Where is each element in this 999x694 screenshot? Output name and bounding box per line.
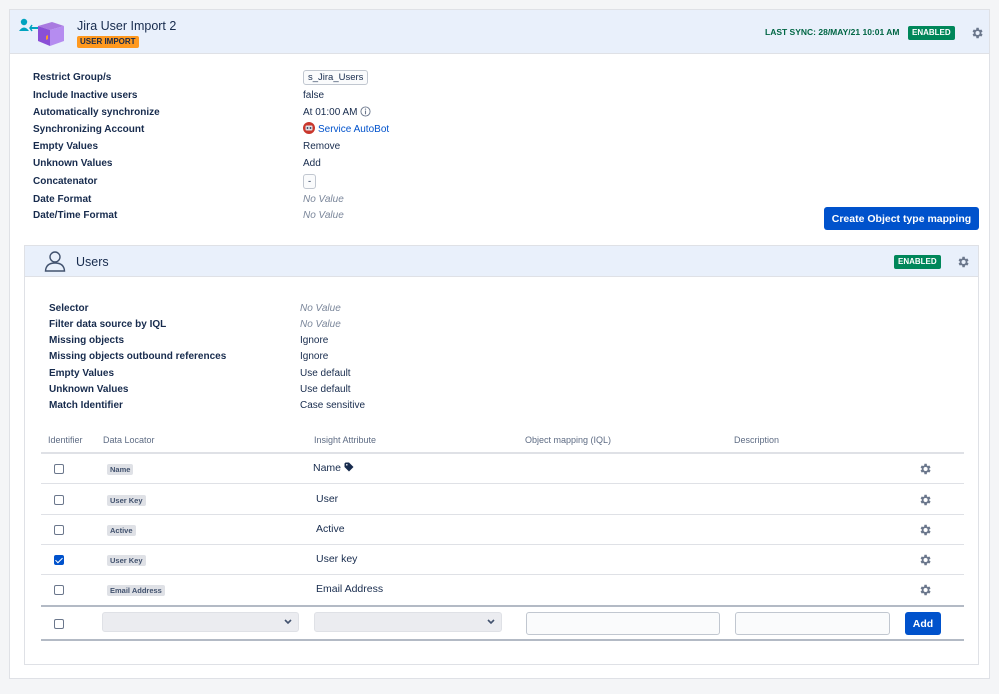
property-label: Automatically synchronize xyxy=(33,107,160,118)
config-value: Ignore xyxy=(300,335,329,346)
data-locator-select[interactable] xyxy=(102,612,299,632)
gear-icon[interactable] xyxy=(956,255,970,269)
table-row: Email Address Email Address xyxy=(41,575,964,605)
config-value: No Value xyxy=(300,319,341,330)
property-value: Remove xyxy=(303,141,341,152)
concatenator-chip: - xyxy=(303,174,317,189)
property-value: No Value xyxy=(303,210,344,221)
config-value: Use default xyxy=(300,384,351,395)
column-header-object-mapping: Object mapping (IQL) xyxy=(525,435,612,445)
config-label: Filter data source by IQL xyxy=(49,319,167,330)
table-row: Name Name xyxy=(41,454,964,484)
column-header-identifier: Identifier xyxy=(48,435,83,445)
config-label: Missing objects outbound references xyxy=(49,351,227,362)
identifier-checkbox[interactable] xyxy=(54,464,64,474)
gear-icon[interactable] xyxy=(918,553,932,567)
config-value: Case sensitive xyxy=(300,400,366,411)
chevron-down-icon xyxy=(487,619,495,625)
insight-attribute: Active xyxy=(316,523,345,535)
user-outline-icon xyxy=(44,251,66,272)
gear-icon[interactable] xyxy=(918,462,932,476)
config-label: Selector xyxy=(49,303,89,314)
gear-icon[interactable] xyxy=(970,26,984,40)
insight-attribute: Email Address xyxy=(316,583,384,595)
create-object-type-mapping-button[interactable]: Create Object type mapping xyxy=(824,207,979,230)
bot-avatar-icon xyxy=(303,122,315,134)
config-value: Ignore xyxy=(300,351,329,362)
add-mapping-row: Add xyxy=(41,606,964,641)
user-import-box-icon xyxy=(19,18,64,46)
object-type-title: Users xyxy=(76,255,109,269)
property-value-wrap: s_Jira_Users xyxy=(303,70,563,86)
object-mapping-input[interactable] xyxy=(526,612,720,635)
identifier-checkbox[interactable] xyxy=(54,555,64,565)
property-value-wrap: At 01:00 AM xyxy=(303,105,563,121)
insight-attribute: User xyxy=(316,493,339,505)
property-label: Concatenator xyxy=(33,176,98,187)
identifier-checkbox[interactable] xyxy=(54,525,64,535)
insight-attribute-select[interactable] xyxy=(314,612,502,632)
config-label: Empty Values xyxy=(49,368,115,379)
last-sync-label: LAST SYNC: 28/MAY/21 10:01 AM xyxy=(765,27,900,37)
config-label: Match Identifier xyxy=(49,400,123,411)
account-link[interactable]: Service AutoBot xyxy=(318,124,389,135)
property-label: Synchronizing Account xyxy=(33,124,145,135)
property-label: Date Format xyxy=(33,194,92,205)
data-locator-tag: Name xyxy=(107,464,134,475)
property-value-wrap: Service AutoBot xyxy=(303,122,563,138)
column-header-insight-attribute: Insight Attribute xyxy=(314,435,377,445)
property-label: Include Inactive users xyxy=(33,90,138,101)
insight-attribute: User key xyxy=(316,553,358,565)
column-header-description: Description xyxy=(734,435,780,445)
gear-icon[interactable] xyxy=(918,583,932,597)
data-locator-tag: User Key xyxy=(107,495,146,506)
config-value: Use default xyxy=(300,368,351,379)
property-value-wrap: - xyxy=(303,174,563,190)
config-label: Unknown Values xyxy=(49,384,129,395)
config-label: Missing objects xyxy=(49,335,125,346)
group-chip: s_Jira_Users xyxy=(303,70,369,85)
column-header-data-locator: Data Locator xyxy=(103,435,155,445)
property-value: Add xyxy=(303,158,321,169)
table-row: User Key User xyxy=(41,485,964,515)
data-locator-tag: Active xyxy=(107,525,136,536)
table-row: User Key User key xyxy=(41,545,964,575)
gear-icon[interactable] xyxy=(918,493,932,507)
identifier-checkbox[interactable] xyxy=(54,495,64,505)
identifier-checkbox[interactable] xyxy=(54,585,64,595)
info-icon[interactable] xyxy=(360,106,372,117)
label-tag-icon xyxy=(344,462,354,472)
import-type-badge: USER IMPORT xyxy=(77,36,139,48)
chevron-down-icon xyxy=(284,619,292,625)
import-card: Jira User Import 2 USER IMPORT LAST SYNC… xyxy=(9,9,990,679)
table-row: Active Active xyxy=(41,515,964,545)
new-identifier-checkbox[interactable] xyxy=(54,619,64,629)
data-locator-tag: User Key xyxy=(107,555,146,566)
gear-icon[interactable] xyxy=(918,523,932,537)
import-header: Jira User Import 2 USER IMPORT LAST SYNC… xyxy=(10,10,989,54)
property-label: Empty Values xyxy=(33,141,99,152)
insight-attribute: Name xyxy=(313,462,342,474)
property-label: Unknown Values xyxy=(33,158,113,169)
object-type-mapping-card: Users ENABLED Selector No Value Filter d… xyxy=(24,245,979,665)
data-locator-tag: Email Address xyxy=(107,585,165,596)
property-value: At 01:00 AM xyxy=(303,107,358,118)
import-status-badge: ENABLED xyxy=(908,26,955,40)
property-value: false xyxy=(303,90,325,101)
insight-attribute-wrap: Name xyxy=(313,462,354,474)
property-value: No Value xyxy=(303,194,344,205)
config-value: No Value xyxy=(300,303,341,314)
add-button[interactable]: Add xyxy=(905,612,941,635)
description-input[interactable] xyxy=(735,612,890,635)
object-type-status-badge: ENABLED xyxy=(894,255,941,269)
import-title: Jira User Import 2 xyxy=(77,19,177,33)
property-label: Restrict Group/s xyxy=(33,72,112,83)
object-type-header: Users ENABLED xyxy=(25,246,978,277)
property-label: Date/Time Format xyxy=(33,210,118,221)
